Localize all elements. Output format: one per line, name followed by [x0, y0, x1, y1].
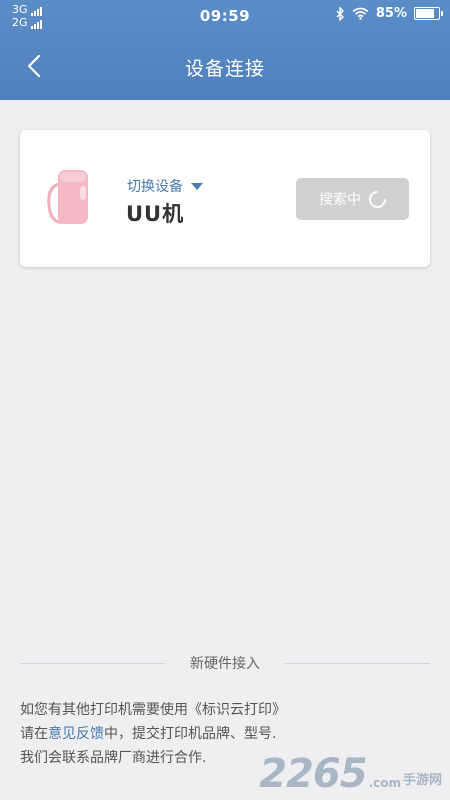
wifi-icon — [352, 7, 369, 20]
switch-device-button[interactable]: 切换设备 — [127, 176, 203, 196]
watermark-suffix: .com — [368, 776, 401, 790]
watermark-number: 2265 — [259, 751, 367, 797]
switch-device-label: 切换设备 — [127, 179, 183, 195]
search-button-label: 搜索中 — [319, 192, 361, 208]
printer-image — [47, 170, 88, 224]
info-line-3: 我们会联系品牌厂商进行合作. — [20, 750, 207, 766]
status-bar: 3G 2G 09:59 85% — [0, 0, 450, 32]
device-name: UU机 — [126, 202, 185, 226]
info-line-2-prefix: 请在 — [20, 726, 48, 742]
info-line-2-suffix: 中，提交打印机品牌、型号. — [104, 726, 277, 742]
watermark-site: 手游网 — [402, 773, 442, 788]
battery-icon — [414, 7, 443, 20]
search-button[interactable]: 搜索中 — [296, 178, 409, 220]
info-line-1: 如您有其他打印机需要使用《标识云打印》 — [20, 702, 286, 718]
divider-line — [285, 663, 430, 664]
info-line-2: 请在意见反馈中，提交打印机品牌、型号. — [20, 722, 286, 746]
feedback-link[interactable]: 意见反馈 — [48, 726, 104, 742]
new-hardware-info: 如您有其他打印机需要使用《标识云打印》 请在意见反馈中，提交打印机品牌、型号. … — [20, 698, 286, 770]
page-title: 设备连接 — [184, 58, 265, 80]
device-card: 切换设备 UU机 搜索中 — [20, 130, 430, 267]
status-icons: 85% — [336, 6, 443, 21]
section-divider: 新硬件接入 — [20, 653, 430, 673]
bluetooth-icon — [336, 6, 344, 21]
watermark-logo: 2265 .com 手游网 — [259, 754, 442, 794]
loading-spinner-icon — [365, 186, 390, 212]
dropdown-arrow-icon — [191, 182, 203, 190]
battery-percent: 85% — [375, 6, 407, 21]
header-bar: 3G 2G 09:59 85% 设备连接 — [0, 0, 450, 100]
